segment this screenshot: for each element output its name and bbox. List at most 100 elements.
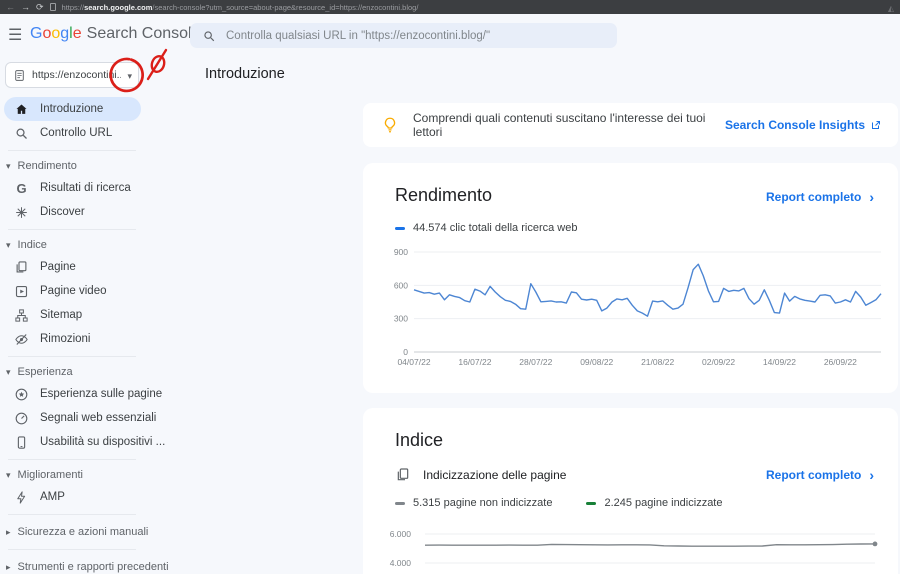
sidebar-item-usabilita-dispositivi[interactable]: Usabilità su dispositivi ...	[0, 430, 150, 454]
search-icon	[14, 126, 29, 141]
url-inspection-search[interactable]	[190, 23, 617, 48]
performance-report-link[interactable]: Report completo	[766, 189, 874, 205]
sidebar-section-miglioramenti[interactable]: Miglioramenti	[0, 465, 150, 485]
svg-text:21/08/22: 21/08/22	[641, 357, 674, 367]
chevron-right-icon	[6, 561, 11, 573]
divider	[8, 459, 136, 460]
index-report-link[interactable]: Report completo	[766, 467, 874, 483]
logo-suffix: Search Console	[87, 25, 201, 42]
sidebar-item-introduzione[interactable]: Introduzione	[4, 97, 141, 121]
legend-label: 5.315 pagine non indicizzate	[413, 497, 552, 509]
search-input[interactable]	[226, 30, 605, 42]
chevron-down-icon	[6, 160, 11, 172]
svg-text:600: 600	[394, 280, 408, 290]
sidebar-section-sicurezza[interactable]: Sicurezza e azioni manuali	[0, 520, 150, 544]
legend-dash-green	[586, 502, 596, 505]
url-host: search.google.com	[84, 3, 152, 12]
report-link-label: Report completo	[766, 190, 861, 204]
discover-icon	[14, 205, 29, 220]
sidebar-item-controllo-url[interactable]: Controllo URL	[0, 121, 150, 145]
chevron-right-icon	[869, 467, 874, 483]
section-label: Indice	[18, 239, 47, 251]
performance-card: Rendimento Report completo 44.574 clic t…	[363, 163, 898, 393]
screen: https://search.google.com/search-console…	[0, 0, 900, 574]
divider	[8, 356, 136, 357]
svg-text:02/09/22: 02/09/22	[702, 357, 735, 367]
sidebar-item-label: Controllo URL	[40, 127, 112, 139]
sitemap-icon	[14, 308, 29, 323]
report-link-label: Report completo	[766, 468, 861, 482]
sidebar-item-label: Usabilità su dispositivi ...	[40, 436, 165, 448]
chevron-down-icon	[6, 239, 11, 251]
chevron-down-icon	[6, 469, 11, 481]
url-scheme: https://	[62, 3, 85, 12]
sidebar-section-indice[interactable]: Indice	[0, 235, 150, 255]
svg-text:28/07/22: 28/07/22	[519, 357, 552, 367]
google-logo-text: Google	[30, 25, 82, 42]
search-console-insights-link[interactable]: Search Console Insights	[725, 118, 882, 132]
sidebar-item-label: AMP	[40, 491, 65, 503]
performance-chart: 900600300004/07/2216/07/2228/07/2209/08/…	[383, 244, 888, 374]
sidebar-item-label: Sitemap	[40, 309, 82, 321]
browser-forward-icon[interactable]	[21, 0, 30, 14]
sidebar-item-sitemap[interactable]: Sitemap	[0, 303, 150, 327]
sidebar-item-esperienza-sulle-pagine[interactable]: Esperienza sulle pagine	[0, 382, 150, 406]
sidebar-item-label: Pagine	[40, 261, 76, 273]
browser-url-bar[interactable]: https://search.google.com/search-console…	[62, 3, 882, 12]
sidebar-section-rendimento[interactable]: Rendimento	[0, 156, 150, 176]
speedometer-icon	[14, 411, 29, 426]
svg-text:4.000: 4.000	[390, 558, 412, 568]
sidebar-item-label: Segnali web essenziali	[40, 412, 156, 424]
sidebar-item-segnali-web-essenziali[interactable]: Segnali web essenziali	[0, 406, 150, 430]
browser-chrome: https://search.google.com/search-console…	[0, 0, 900, 14]
svg-text:6.000: 6.000	[390, 529, 412, 539]
sidebar-item-risultati-di-ricerca[interactable]: G Risultati di ricerca	[0, 176, 150, 200]
section-label: Esperienza	[18, 366, 73, 378]
sidebar-item-label: Discover	[40, 206, 85, 218]
sidebar-item-rimozioni[interactable]: Rimozioni	[0, 327, 150, 351]
sidebar-section-esperienza[interactable]: Esperienza	[0, 362, 150, 382]
sidebar-item-pagine-video[interactable]: Pagine video	[0, 279, 150, 303]
divider	[8, 150, 136, 151]
property-label: https://enzocontini....	[32, 69, 121, 81]
svg-text:04/07/22: 04/07/22	[397, 357, 430, 367]
chevron-right-icon	[869, 189, 874, 205]
svg-text:14/09/22: 14/09/22	[763, 357, 796, 367]
chevron-down-icon	[6, 366, 11, 378]
browser-back-icon[interactable]	[6, 0, 15, 14]
index-row-label: Indicizzazione delle pagine	[423, 468, 754, 482]
external-link-icon	[870, 119, 882, 131]
sidebar-item-pagine[interactable]: Pagine	[0, 255, 150, 279]
performance-card-title: Rendimento	[395, 185, 492, 206]
sidebar-item-discover[interactable]: Discover	[0, 200, 150, 224]
svg-text:09/08/22: 09/08/22	[580, 357, 613, 367]
browser-reload-icon[interactable]	[36, 0, 44, 14]
property-selector[interactable]: https://enzocontini....	[5, 62, 139, 88]
page-security-icon	[50, 3, 56, 11]
legend-label: 2.245 pagine indicizzate	[604, 497, 722, 509]
section-label: Strumenti e rapporti precedenti	[18, 561, 169, 573]
banner-link-label: Search Console Insights	[725, 118, 865, 132]
app-header: Google Search Console	[0, 14, 900, 56]
performance-legend: 44.574 clic totali della ricerca web	[395, 222, 874, 234]
svg-text:300: 300	[394, 314, 408, 324]
pages-icon	[395, 467, 411, 483]
hamburger-menu-icon[interactable]	[8, 25, 22, 45]
index-chart: 6.000 4.000	[383, 521, 888, 574]
sidebar-section-strumenti[interactable]: Strumenti e rapporti precedenti	[0, 555, 150, 574]
sidebar-item-label: Pagine video	[40, 285, 107, 297]
chevron-down-icon	[127, 66, 132, 84]
svg-text:26/09/22: 26/09/22	[824, 357, 857, 367]
index-legend: 5.315 pagine non indicizzate 2.245 pagin…	[395, 497, 874, 509]
property-icon	[13, 69, 26, 82]
sidebar: Introduzione Controllo URL Rendimento G …	[0, 97, 150, 574]
divider	[8, 229, 136, 230]
sidebar-item-amp[interactable]: AMP	[0, 485, 150, 509]
sidebar-item-label: Introduzione	[40, 103, 103, 115]
legend-dash-blue	[395, 227, 405, 230]
lightning-bolt-icon	[14, 490, 29, 505]
app-logo[interactable]: Google Search Console	[30, 25, 200, 43]
insights-banner: Comprendi quali contenuti suscitano l'in…	[363, 103, 898, 147]
sidebar-item-label: Esperienza sulle pagine	[40, 388, 162, 400]
url-path: /search-console?utm_source=about-page&re…	[152, 3, 418, 12]
